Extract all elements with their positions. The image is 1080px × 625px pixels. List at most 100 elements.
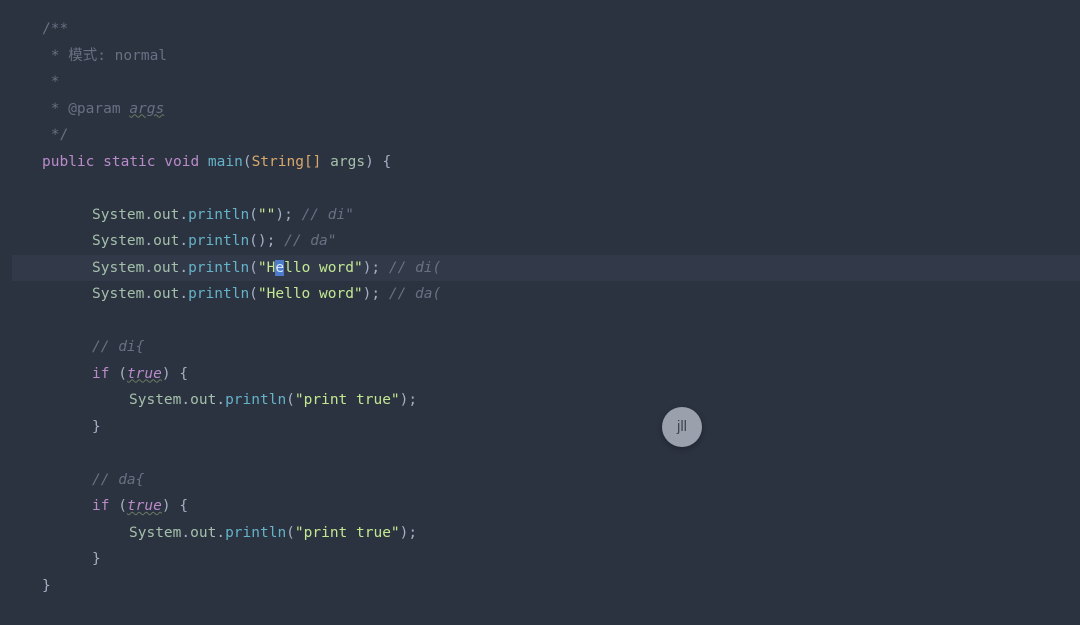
dot: .	[216, 525, 225, 541]
code-line[interactable]: public static void main(String[] args) {	[12, 149, 1080, 176]
ident-system: System	[92, 260, 144, 276]
code-editor[interactable]: /** * 模式: normal * * @param args */ publ…	[12, 0, 1080, 625]
method-println: println	[188, 260, 249, 276]
ident-system: System	[92, 207, 144, 223]
method-println: println	[188, 286, 249, 302]
paren-open: (	[249, 286, 258, 302]
semi: ;	[408, 525, 417, 541]
code-line[interactable]: }	[12, 573, 1080, 600]
paren-open: (	[249, 207, 258, 223]
blank-line[interactable]	[12, 440, 1080, 467]
javadoc-close: */	[42, 127, 68, 143]
code-line[interactable]: System.out.println("Hello word"); // da(	[12, 281, 1080, 308]
code-line[interactable]: * @param args	[12, 96, 1080, 123]
brace-open: ) {	[162, 366, 188, 382]
ident-out: out	[153, 233, 179, 249]
brace-close: }	[92, 551, 101, 567]
string-hello-pre: "H	[258, 260, 275, 276]
method-println: println	[225, 525, 286, 541]
paren-open: (	[286, 525, 295, 541]
javadoc-open: /**	[42, 21, 68, 37]
line-comment: // da(	[380, 286, 441, 302]
code-line-current[interactable]: System.out.println("Hello word"); // di(	[12, 255, 1080, 282]
code-line[interactable]: *	[12, 69, 1080, 96]
javadoc-param-name: args	[129, 101, 164, 117]
method-println: println	[188, 207, 249, 223]
code-line[interactable]: System.out.println("print true");	[12, 387, 1080, 414]
dot: .	[179, 286, 188, 302]
brace-open: ) {	[162, 498, 188, 514]
brace-open: {	[374, 154, 391, 170]
paren-open: (	[286, 392, 295, 408]
line-comment: // di{	[92, 339, 144, 355]
paren-open: (	[118, 498, 127, 514]
code-line[interactable]: if (true) {	[12, 493, 1080, 520]
string-empty: ""	[258, 207, 275, 223]
method-main: main	[208, 154, 243, 170]
dot: .	[144, 207, 153, 223]
semi: ;	[371, 260, 380, 276]
dot: .	[181, 525, 190, 541]
string-hello-post: llo word"	[284, 260, 363, 276]
dot: .	[144, 233, 153, 249]
code-line[interactable]: // di{	[12, 334, 1080, 361]
ident-system: System	[92, 286, 144, 302]
ident-out: out	[153, 286, 179, 302]
code-line[interactable]: System.out.println(""); // di"	[12, 202, 1080, 229]
code-line[interactable]: System.out.println(); // da"	[12, 228, 1080, 255]
line-comment: // da"	[275, 233, 336, 249]
javadoc-blank: *	[42, 74, 59, 90]
kw-true: true	[127, 366, 162, 382]
blank-line[interactable]	[12, 308, 1080, 335]
ident-out: out	[190, 525, 216, 541]
dot: .	[179, 260, 188, 276]
dot: .	[179, 233, 188, 249]
ident-system: System	[129, 392, 181, 408]
string-hello: "Hello word"	[258, 286, 363, 302]
paren-close: )	[365, 154, 374, 170]
ident-system: System	[92, 233, 144, 249]
paren-open: (	[249, 233, 258, 249]
paren-close: )	[275, 207, 284, 223]
semi: ;	[371, 286, 380, 302]
paren-open: (	[243, 154, 252, 170]
ident-args: args	[330, 154, 365, 170]
kw-public: public	[42, 154, 94, 170]
brace-close: }	[42, 578, 51, 594]
ident-out: out	[190, 392, 216, 408]
cursor-block: e	[275, 260, 284, 276]
paren-close: )	[258, 233, 267, 249]
method-println: println	[188, 233, 249, 249]
code-line[interactable]: }	[12, 546, 1080, 573]
dot: .	[144, 260, 153, 276]
code-line[interactable]: }	[12, 414, 1080, 441]
type-string-array: String[]	[252, 154, 322, 170]
blank-line[interactable]	[12, 175, 1080, 202]
code-line[interactable]: /**	[12, 16, 1080, 43]
semi: ;	[408, 392, 417, 408]
dot: .	[181, 392, 190, 408]
code-line[interactable]: System.out.println("print true");	[12, 520, 1080, 547]
kw-void: void	[164, 154, 199, 170]
paren-open: (	[118, 366, 127, 382]
string-print-true: "print true"	[295, 525, 400, 541]
paren-open: (	[249, 260, 258, 276]
line-comment: // di(	[380, 260, 441, 276]
kw-if: if	[92, 366, 109, 382]
ident-system: System	[129, 525, 181, 541]
ident-out: out	[153, 260, 179, 276]
code-line[interactable]: * 模式: normal	[12, 43, 1080, 70]
dot: .	[216, 392, 225, 408]
kw-true: true	[127, 498, 162, 514]
code-line[interactable]: if (true) {	[12, 361, 1080, 388]
code-line[interactable]: // da{	[12, 467, 1080, 494]
kw-if: if	[92, 498, 109, 514]
line-comment: // di"	[293, 207, 354, 223]
string-print-true: "print true"	[295, 392, 400, 408]
javadoc-mode: * 模式: normal	[42, 48, 167, 64]
javadoc-param-prefix: * @param	[42, 101, 129, 117]
method-println: println	[225, 392, 286, 408]
ident-out: out	[153, 207, 179, 223]
code-line[interactable]: */	[12, 122, 1080, 149]
line-comment: // da{	[92, 472, 144, 488]
